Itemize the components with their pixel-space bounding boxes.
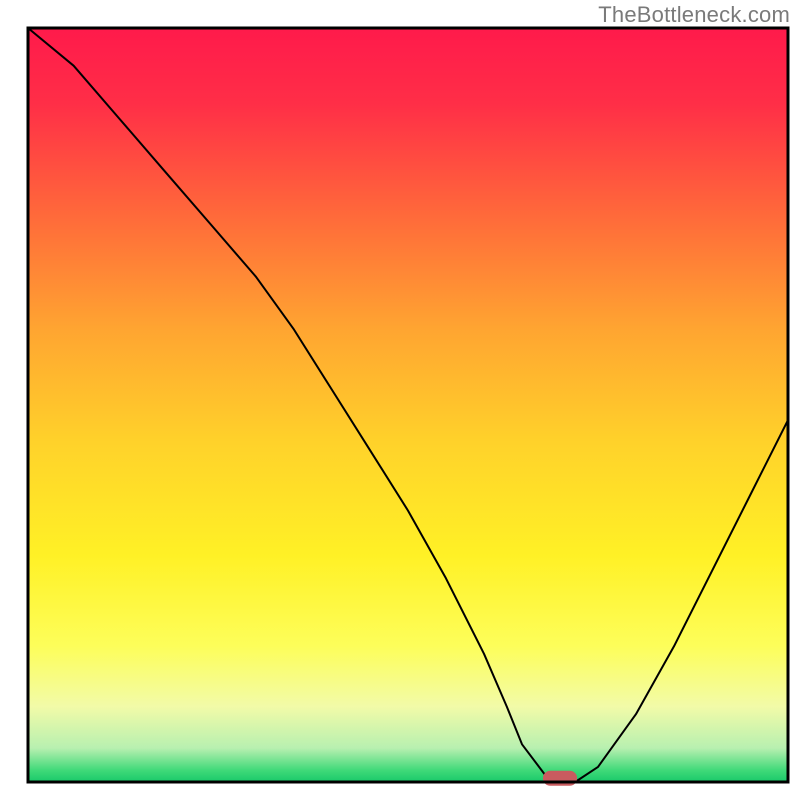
plot-area	[28, 28, 788, 786]
bottleneck-chart	[0, 0, 800, 800]
optimal-marker	[543, 771, 577, 786]
gradient-background	[28, 28, 788, 782]
chart-container: TheBottleneck.com	[0, 0, 800, 800]
